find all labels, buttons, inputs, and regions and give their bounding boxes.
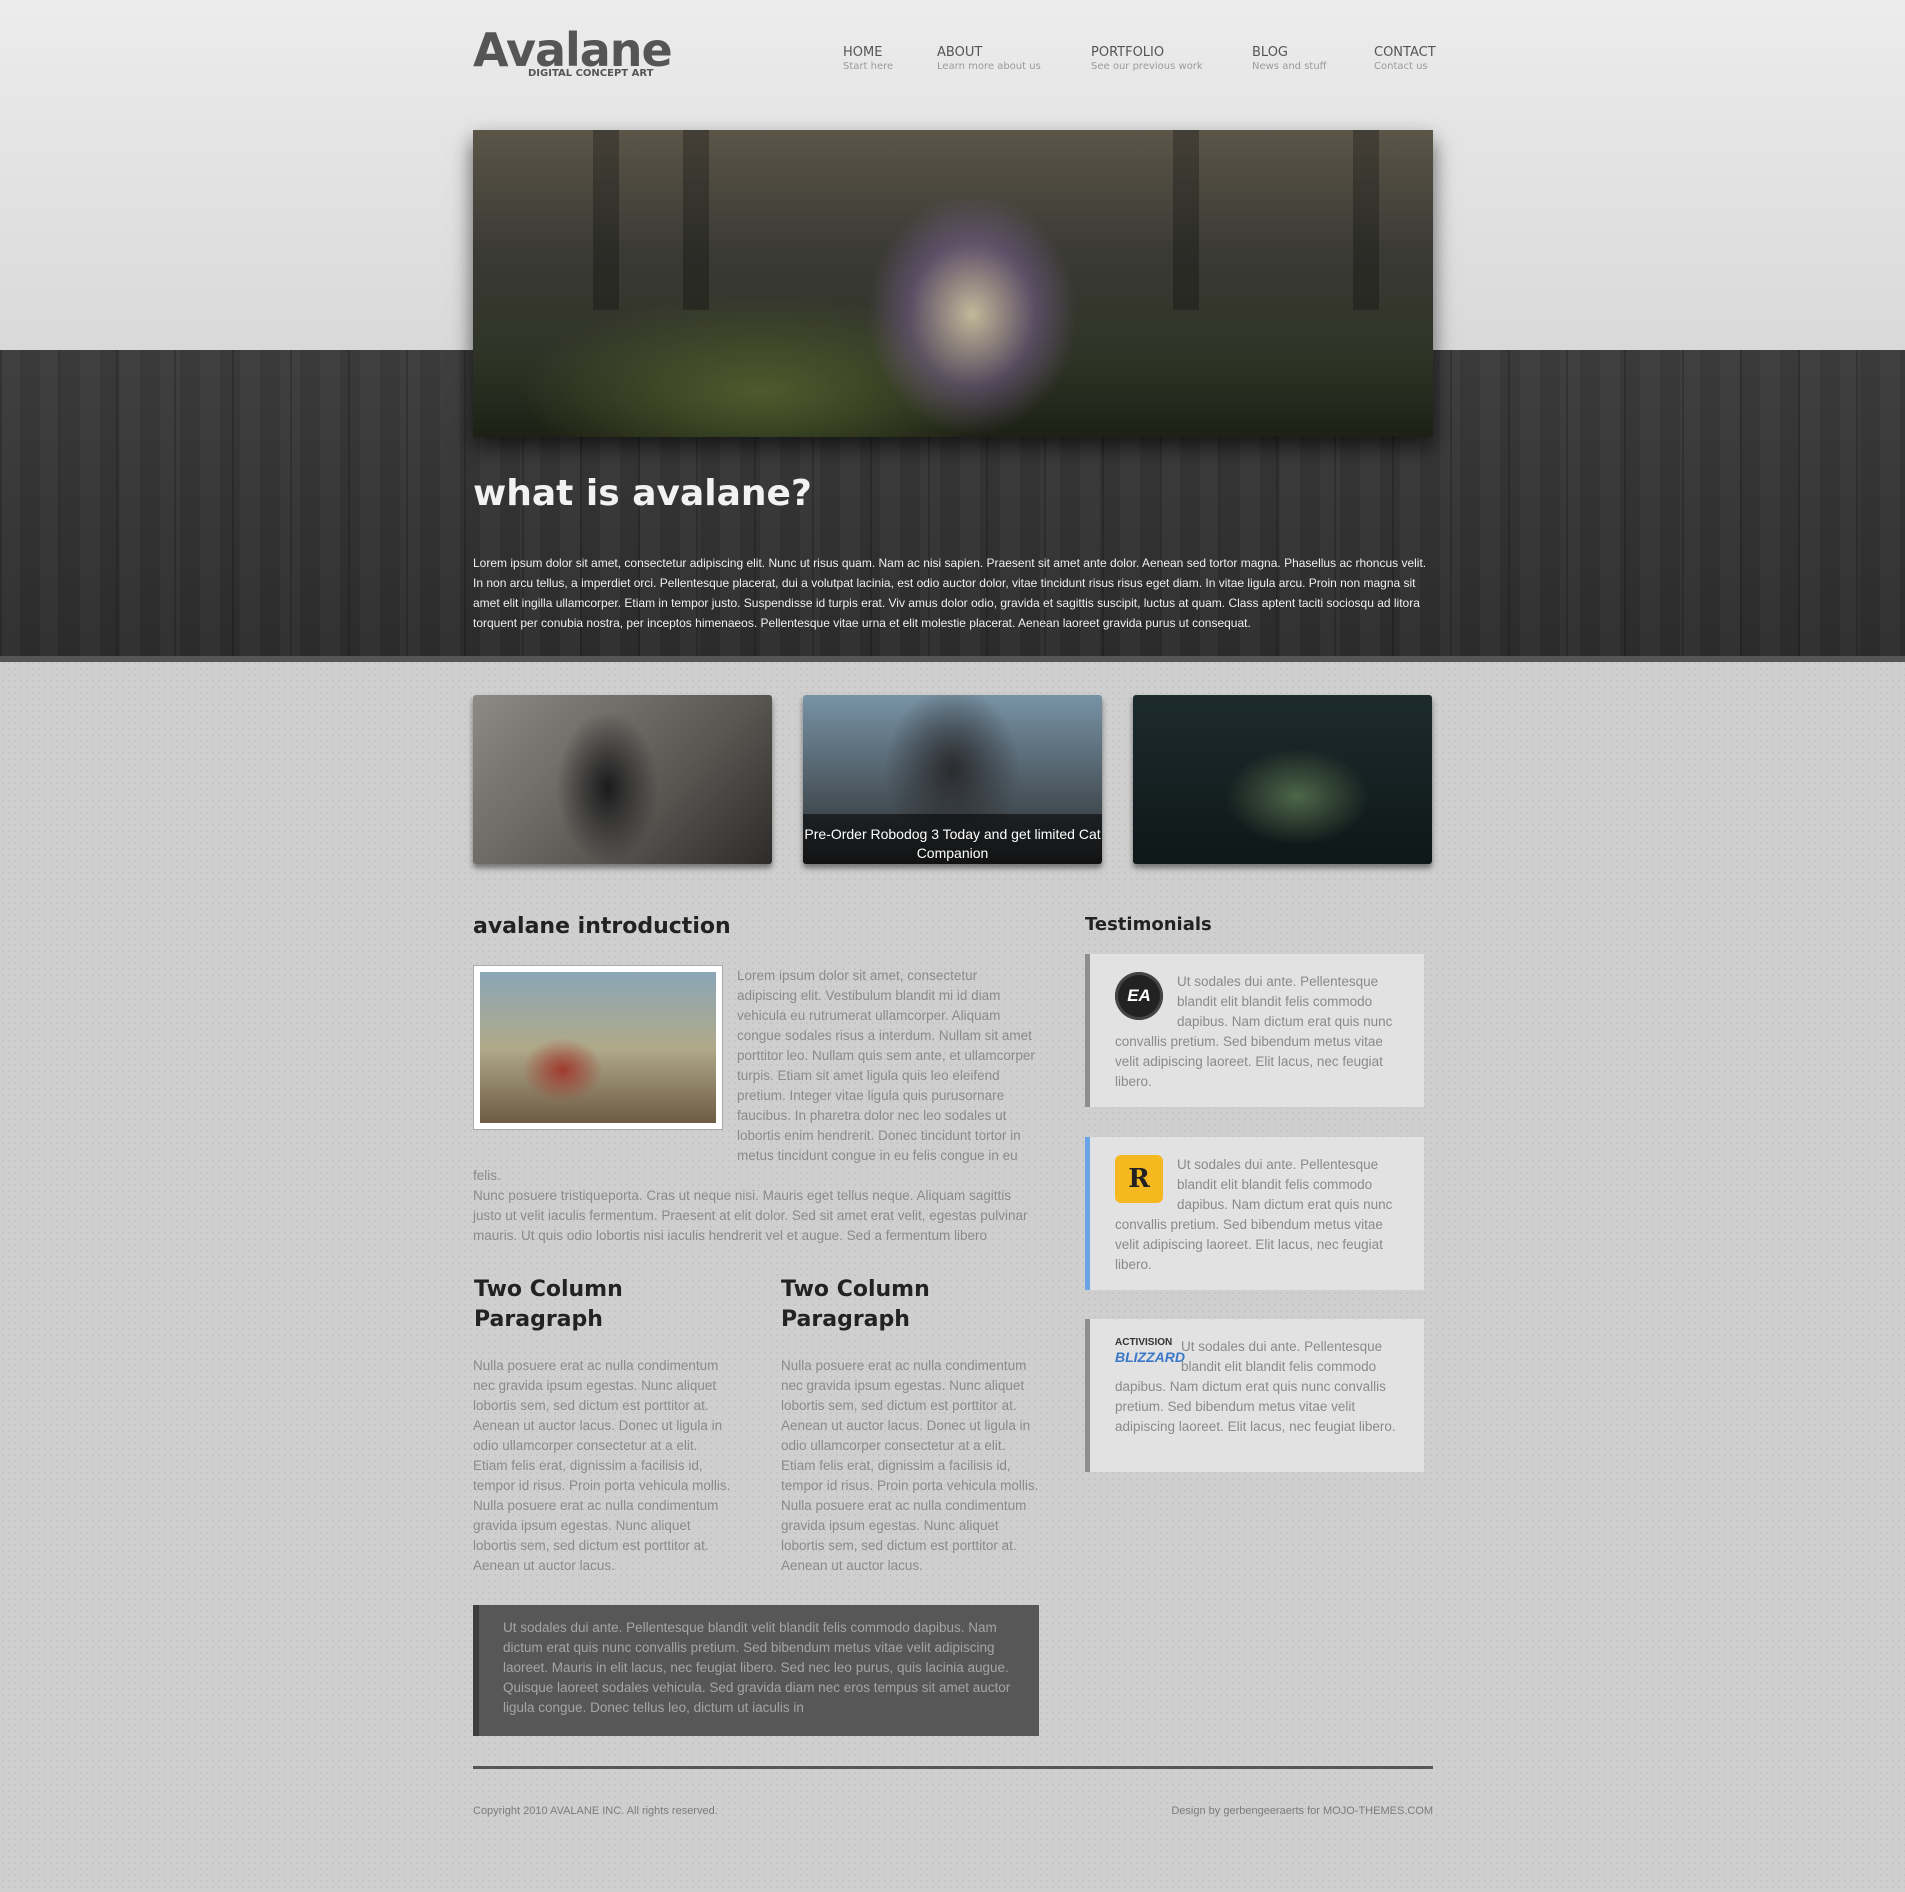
nav-blog[interactable]: BLOG News and stuff [1252,45,1327,74]
column-2-text: Nulla posuere erat ac nulla condimentum … [781,1358,1039,1573]
column-2-heading: Two Column Paragraph [781,1277,930,1332]
copyright: Copyright 2010 AVALANE INC. All rights r… [473,1805,718,1817]
portfolio-thumb-soldier[interactable] [473,695,772,864]
logo-tagline: DIGITAL CONCEPT ART [528,68,654,79]
testimonial-rockstar: R Ut sodales dui ante. Pellentesque blan… [1085,1137,1424,1290]
intro-heading: avalane introduction [473,914,731,939]
intro-text: Lorem ipsum dolor sit amet, consectetur … [473,966,1039,1246]
footer-divider [473,1766,1433,1769]
activision-logo-text: ACTIVISION [1115,1337,1173,1348]
rockstar-logo-icon: R [1115,1155,1163,1203]
activision-blizzard-logo-icon: ACTIVISION BLIZZARD [1115,1337,1185,1373]
column-1-text: Nulla posuere erat ac nulla condimentum … [473,1358,731,1573]
nav-contact-label: CONTACT [1374,45,1436,60]
about-heading: what is avalane? [473,473,812,514]
nav-about-label: ABOUT [937,45,983,60]
nav-blog-label: BLOG [1252,45,1289,60]
nav-portfolio-sub: See our previous work [1091,61,1203,72]
nav-home[interactable]: HOME Start here [843,45,893,74]
intro-image-spacer [473,966,737,1149]
intro-paragraph-2: Nunc posuere tristiqueporta. Cras ut neq… [473,1188,1028,1243]
hero-pillar [683,130,709,310]
hero-image [473,130,1433,437]
thumb-caption: Pre-Order Robodog 3 Today and get limite… [803,814,1102,864]
ea-logo-icon: EA [1115,972,1163,1020]
nav-contact-sub: Contact us [1374,61,1428,72]
portfolio-thumb-robodog[interactable]: Pre-Order Robodog 3 Today and get limite… [803,695,1102,864]
nav-about-sub: Learn more about us [937,61,1041,72]
nav-about[interactable]: ABOUT Learn more about us [937,45,1041,74]
blockquote: Ut sodales dui ante. Pellentesque blandi… [473,1605,1039,1736]
logo[interactable]: Avalane DIGITAL CONCEPT ART [473,24,673,79]
hero-pillar [1353,130,1379,310]
nav-portfolio-label: PORTFOLIO [1091,45,1165,60]
nav-contact[interactable]: CONTACT Contact us [1374,45,1436,74]
blizzard-logo-text: BLIZZARD [1115,1349,1185,1365]
testimonials-heading: Testimonials [1085,914,1212,935]
portfolio-thumb-robot[interactable] [1133,695,1432,864]
testimonial-ea: EA Ut sodales dui ante. Pellentesque bla… [1085,954,1424,1107]
hero-pillar [1173,130,1199,310]
column-1-heading: Two Column Paragraph [474,1277,623,1332]
about-text: Lorem ipsum dolor sit amet, consectetur … [473,556,1427,630]
testimonial-activision: ACTIVISION BLIZZARD Ut sodales dui ante.… [1085,1319,1424,1472]
hero-pillar [593,130,619,310]
nav-blog-sub: News and stuff [1252,61,1327,72]
design-credit-link[interactable]: Design by gerbengeeraerts for MOJO-THEME… [1171,1805,1433,1817]
nav-portfolio[interactable]: PORTFOLIO See our previous work [1091,45,1203,74]
nav-home-sub: Start here [843,61,894,72]
nav-home-label: HOME [843,45,883,60]
